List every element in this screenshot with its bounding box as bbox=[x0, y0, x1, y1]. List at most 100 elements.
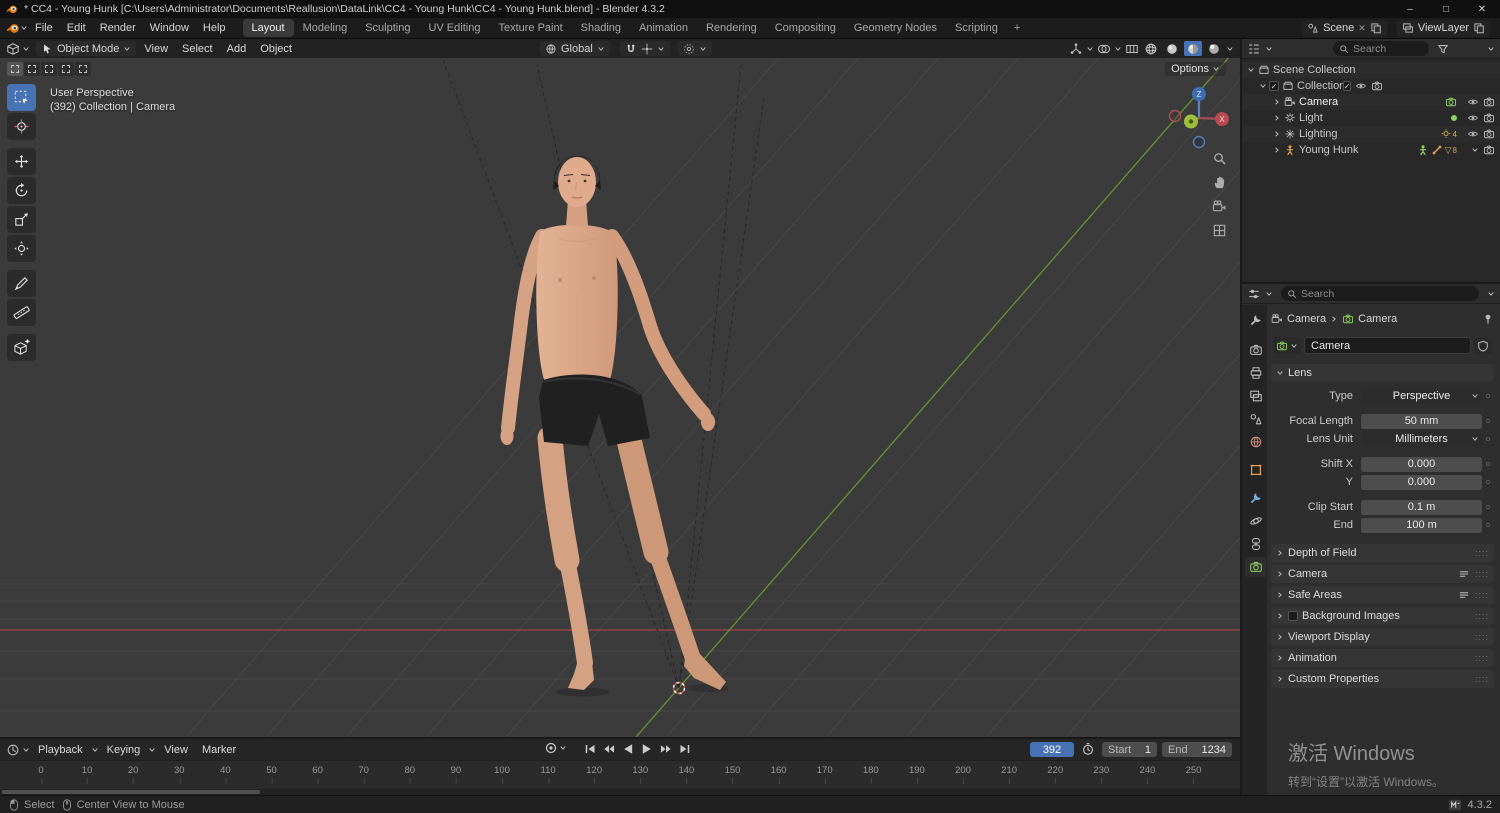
section-lens[interactable]: Lens bbox=[1271, 364, 1494, 382]
maximize-button[interactable]: □ bbox=[1428, 0, 1464, 18]
viewport-menu-view[interactable]: View bbox=[138, 42, 174, 56]
zoom-icon[interactable] bbox=[1212, 151, 1227, 166]
tab-modifiers[interactable] bbox=[1245, 488, 1266, 508]
select-set-button[interactable] bbox=[7, 62, 23, 76]
viewport-menu-object[interactable]: Object bbox=[254, 42, 298, 56]
mode-dropdown[interactable]: Object Mode bbox=[36, 41, 137, 56]
shading-wireframe-button[interactable] bbox=[1142, 41, 1160, 56]
blender-menu-icon[interactable] bbox=[6, 21, 20, 35]
outliner-row-scene-collection[interactable]: Scene Collection bbox=[1242, 62, 1500, 78]
drag-grip-icon[interactable]: :::: bbox=[1475, 653, 1489, 663]
clip-start-field[interactable]: 0.1 m bbox=[1361, 499, 1482, 515]
animate-dot[interactable] bbox=[1482, 480, 1494, 484]
camera-view-icon[interactable] bbox=[1212, 199, 1227, 214]
eye-icon[interactable] bbox=[1467, 128, 1479, 140]
disclosure-icon[interactable] bbox=[1273, 114, 1281, 122]
tab-animation[interactable]: Animation bbox=[630, 19, 697, 37]
frame-start-field[interactable]: Start 1 bbox=[1102, 742, 1157, 757]
annotate-tool[interactable] bbox=[7, 270, 36, 297]
editor-type-icon[interactable] bbox=[6, 42, 20, 56]
tab-uv-editing[interactable]: UV Editing bbox=[419, 19, 489, 37]
viewport-menu-select[interactable]: Select bbox=[176, 42, 219, 56]
disclosure-icon[interactable] bbox=[1273, 98, 1281, 106]
next-keyframe-button[interactable] bbox=[658, 742, 674, 756]
tab-physics[interactable] bbox=[1245, 511, 1266, 531]
select-box-tool[interactable] bbox=[7, 84, 36, 111]
select-invert-button[interactable] bbox=[58, 62, 74, 76]
add-cube-tool[interactable] bbox=[7, 334, 36, 361]
eye-icon[interactable] bbox=[1467, 112, 1479, 124]
tab-modeling[interactable]: Modeling bbox=[294, 19, 357, 37]
render-visibility-icon[interactable] bbox=[1483, 128, 1495, 140]
animate-dot[interactable] bbox=[1482, 437, 1494, 441]
keying-menu[interactable]: Keying bbox=[101, 743, 147, 757]
shift-y-field[interactable]: 0.000 bbox=[1361, 474, 1482, 490]
section-camera[interactable]: Camera :::: bbox=[1271, 565, 1494, 583]
presets-icon[interactable] bbox=[1458, 568, 1470, 580]
drag-grip-icon[interactable]: :::: bbox=[1475, 569, 1489, 579]
shading-rendered-button[interactable] bbox=[1205, 41, 1223, 56]
eye-icon[interactable] bbox=[1467, 96, 1479, 108]
transform-tool[interactable] bbox=[7, 235, 36, 262]
snapping-toggle[interactable] bbox=[619, 41, 670, 56]
render-visibility-icon[interactable] bbox=[1371, 80, 1383, 92]
animate-dot[interactable] bbox=[1482, 505, 1494, 509]
outliner-row-light[interactable]: Light bbox=[1242, 110, 1500, 126]
jump-to-start-button[interactable] bbox=[582, 742, 598, 756]
navigation-gizmo[interactable]: Z X bbox=[1162, 81, 1236, 155]
drag-grip-icon[interactable]: :::: bbox=[1475, 674, 1489, 684]
drag-grip-icon[interactable]: :::: bbox=[1475, 590, 1489, 600]
chevron-down-icon[interactable] bbox=[1471, 146, 1479, 154]
toggle-xray-icon[interactable] bbox=[1125, 42, 1139, 56]
3d-viewport[interactable]: Object Mode View Select Add Object Globa… bbox=[0, 39, 1240, 737]
render-visibility-icon[interactable] bbox=[1483, 112, 1495, 124]
outliner-editor-icon[interactable] bbox=[1247, 42, 1261, 56]
ime-icon[interactable] bbox=[1448, 798, 1462, 812]
select-extend-button[interactable] bbox=[24, 62, 40, 76]
frame-end-field[interactable]: End 1234 bbox=[1162, 742, 1232, 757]
collection-checkbox[interactable]: ✓ bbox=[1269, 81, 1279, 91]
tab-layout[interactable]: Layout bbox=[242, 19, 294, 37]
move-tool[interactable] bbox=[7, 148, 36, 175]
tab-scene[interactable] bbox=[1245, 409, 1266, 429]
stopwatch-icon[interactable] bbox=[1081, 742, 1095, 756]
browse-camera-dropdown[interactable] bbox=[1273, 337, 1301, 354]
properties-editor-icon[interactable] bbox=[1247, 287, 1261, 301]
tab-object[interactable] bbox=[1245, 460, 1266, 480]
drag-grip-icon[interactable]: :::: bbox=[1475, 632, 1489, 642]
scene-selector[interactable]: Scene ✕ bbox=[1302, 19, 1387, 37]
marker-menu[interactable]: Marker bbox=[196, 743, 242, 757]
disclosure-icon[interactable] bbox=[1273, 146, 1281, 154]
animate-dot[interactable] bbox=[1482, 394, 1494, 398]
timeline-editor-icon[interactable] bbox=[6, 743, 20, 757]
show-overlays-icon[interactable] bbox=[1097, 42, 1111, 56]
tab-tool[interactable] bbox=[1245, 310, 1266, 330]
proportional-editing-toggle[interactable] bbox=[677, 41, 712, 56]
unlink-scene-icon[interactable]: ✕ bbox=[1358, 23, 1366, 34]
jump-to-end-button[interactable] bbox=[677, 742, 693, 756]
breadcrumb-data[interactable]: Camera bbox=[1358, 313, 1397, 325]
outliner-row-young-hunk[interactable]: Young Hunk ▽ 8 bbox=[1242, 142, 1500, 158]
scrollbar-thumb[interactable] bbox=[2, 790, 260, 794]
outliner-search[interactable] bbox=[1333, 41, 1429, 56]
select-subtract-button[interactable] bbox=[41, 62, 57, 76]
animate-dot[interactable] bbox=[1482, 419, 1494, 423]
cursor-tool[interactable] bbox=[7, 113, 36, 140]
data-name-input[interactable] bbox=[1304, 337, 1471, 354]
pan-hand-icon[interactable] bbox=[1212, 175, 1227, 190]
exclude-checkbox[interactable]: ✓ bbox=[1342, 81, 1352, 91]
prev-keyframe-button[interactable] bbox=[601, 742, 617, 756]
view-menu[interactable]: View bbox=[158, 743, 194, 757]
menu-window[interactable]: Window bbox=[143, 20, 196, 36]
section-depth-of-field[interactable]: Depth of Field :::: bbox=[1271, 544, 1494, 562]
auto-keying-toggle[interactable] bbox=[545, 742, 567, 754]
eye-icon[interactable] bbox=[1355, 80, 1367, 92]
play-button[interactable] bbox=[639, 742, 655, 756]
tab-object-data[interactable] bbox=[1245, 557, 1266, 577]
tab-world[interactable] bbox=[1245, 432, 1266, 452]
tab-rendering[interactable]: Rendering bbox=[697, 19, 766, 37]
viewport-menu-add[interactable]: Add bbox=[221, 42, 253, 56]
tab-texture-paint[interactable]: Texture Paint bbox=[489, 19, 571, 37]
playback-menu[interactable]: Playback bbox=[32, 743, 89, 757]
properties-search[interactable] bbox=[1281, 286, 1479, 301]
